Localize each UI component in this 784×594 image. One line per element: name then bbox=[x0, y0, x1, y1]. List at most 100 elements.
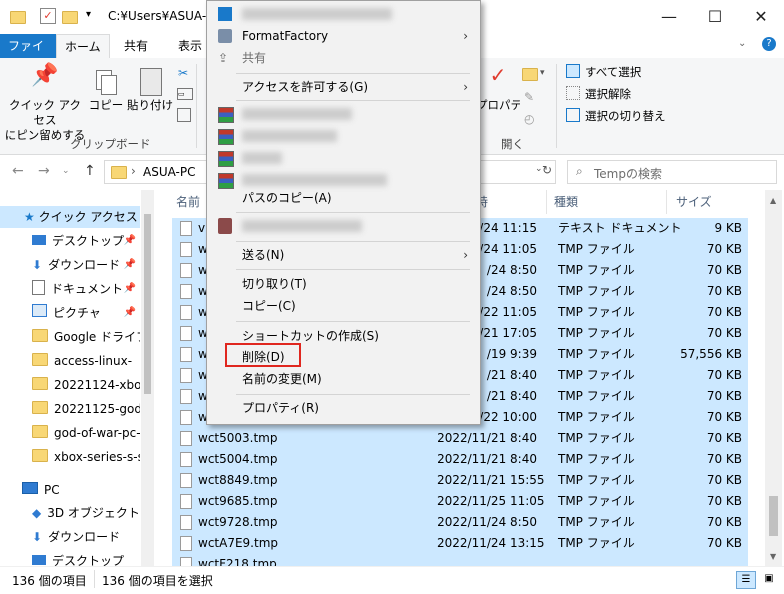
nav-item-god-of-war[interactable]: god-of-war-pc-c bbox=[0, 422, 140, 444]
file-type: TMP ファイル bbox=[558, 452, 635, 466]
file-row[interactable]: wct5003.tmp 2022/11/21 8:40 TMP ファイル 70 KB bbox=[172, 428, 748, 450]
pin-to-quick-access-button[interactable]: 📌 クイック アクセス にピン留めする bbox=[4, 65, 86, 143]
copy-path-icon[interactable]: ▭ bbox=[177, 88, 193, 100]
file-row[interactable]: wct9728.tmp 2022/11/24 8:50 TMP ファイル 70 KB bbox=[172, 512, 748, 534]
copy-button[interactable]: コピー bbox=[88, 68, 124, 113]
nav-pane-scrollbar[interactable] bbox=[141, 190, 154, 566]
menu-item-archive-1[interactable] bbox=[207, 103, 480, 125]
open-icon[interactable] bbox=[522, 68, 538, 81]
nav-pc[interactable]: PC bbox=[0, 479, 140, 501]
search-input[interactable]: ⌕ Tempの検索 bbox=[567, 160, 777, 184]
file-type: TMP ファイル bbox=[558, 368, 635, 382]
file-size: 70 KB bbox=[706, 452, 742, 466]
nav-item-20221124[interactable]: 20221124-xbox-s bbox=[0, 374, 140, 396]
menu-separator bbox=[236, 269, 470, 270]
select-none-label: 選択解除 bbox=[585, 87, 631, 101]
details-view-icon[interactable]: ☰ bbox=[736, 571, 756, 589]
menu-item-send-to[interactable]: 送る(N) › bbox=[207, 244, 480, 266]
paste-button[interactable]: 貼り付け bbox=[126, 66, 174, 113]
tab-home[interactable]: ホーム bbox=[56, 34, 110, 60]
help-icon[interactable]: ? bbox=[762, 37, 776, 51]
file-row[interactable]: wctF218.tmp bbox=[172, 554, 748, 566]
recent-locations-icon[interactable]: ⌄ bbox=[62, 166, 70, 176]
group-separator bbox=[556, 64, 557, 148]
refresh-icon[interactable]: ↻ bbox=[542, 163, 552, 177]
copy-icon bbox=[88, 68, 124, 98]
menu-item-formatfactory[interactable]: FormatFactory › bbox=[207, 25, 480, 47]
properties-ribbon-button[interactable]: ✓ プロパティ bbox=[476, 65, 520, 113]
clipboard-group-label: クリップボード bbox=[70, 137, 151, 151]
select-none-button[interactable]: 選択解除 bbox=[566, 86, 631, 102]
nav-item-access-linux[interactable]: access-linux- bbox=[0, 350, 140, 372]
nav-item-google-drive[interactable]: Google ドライブ bbox=[0, 326, 140, 348]
nav-item-pc-desktop[interactable]: デスクトップ bbox=[0, 550, 140, 566]
breadcrumb-location[interactable]: ASUA-PC bbox=[143, 165, 196, 179]
column-header-size[interactable]: サイズ bbox=[676, 190, 742, 214]
minimize-button[interactable]: — bbox=[646, 0, 692, 34]
maximize-button[interactable]: ☐ bbox=[692, 0, 738, 34]
quick-access-dropdown-icon[interactable]: ▾ bbox=[86, 9, 91, 20]
invert-selection-button[interactable]: 選択の切り替え bbox=[566, 108, 666, 124]
menu-item-share[interactable]: ⇪ 共有 bbox=[207, 47, 480, 69]
file-row[interactable]: wct8849.tmp 2022/11/21 15:55 TMP ファイル 70 KB bbox=[172, 470, 748, 492]
menu-item-redacted-app[interactable] bbox=[207, 215, 480, 237]
menu-item-cut[interactable]: 切り取り(T) bbox=[207, 273, 480, 295]
selection-count: 136 個の項目を選択 bbox=[102, 574, 213, 588]
file-size: 70 KB bbox=[706, 389, 742, 403]
nav-item-downloads[interactable]: ⬇ ダウンロード 📌 bbox=[0, 254, 140, 276]
nav-item-documents[interactable]: ドキュメント 📌 bbox=[0, 278, 140, 300]
nav-item-desktop[interactable]: デスクトップ 📌 bbox=[0, 230, 140, 252]
up-arrow-icon[interactable]: ↑ bbox=[84, 163, 96, 179]
nav-item-pc-downloads[interactable]: ⬇ ダウンロード bbox=[0, 526, 140, 548]
file-row[interactable]: wct9685.tmp 2022/11/25 11:05 TMP ファイル 70 KB bbox=[172, 491, 748, 513]
column-header-type[interactable]: 種類 bbox=[554, 190, 667, 214]
edit-icon[interactable]: ✎ bbox=[524, 90, 534, 104]
menu-item-archive-3[interactable] bbox=[207, 147, 480, 169]
nav-item-3d-objects[interactable]: ◆ 3D オブジェクト bbox=[0, 502, 140, 524]
nav-item-label: ダウンロード bbox=[48, 258, 121, 272]
nav-item-20221125[interactable]: 20221125-god-o bbox=[0, 398, 140, 420]
scroll-down-icon[interactable]: ▼ bbox=[770, 552, 776, 561]
properties-quick-icon[interactable]: ✓ bbox=[40, 8, 56, 24]
nav-quick-access-label: クイック アクセス bbox=[38, 210, 138, 224]
menu-item-copy-path[interactable]: パスのコピー(A) bbox=[207, 187, 480, 209]
menu-item-rename[interactable]: 名前の変更(M) bbox=[207, 368, 480, 390]
nav-quick-access[interactable]: ★ クイック アクセス bbox=[0, 206, 140, 228]
scrollbar-thumb[interactable] bbox=[144, 214, 151, 394]
open-dropdown-icon[interactable]: ▾ bbox=[540, 68, 545, 78]
forward-arrow-icon[interactable]: → bbox=[38, 163, 50, 179]
large-icons-view-icon[interactable]: ▣ bbox=[760, 571, 778, 587]
column-header-date[interactable]: 時 bbox=[472, 190, 547, 214]
copy-label: コピー bbox=[88, 98, 124, 112]
file-type: TMP ファイル bbox=[558, 305, 635, 319]
back-arrow-icon[interactable]: ← bbox=[12, 163, 24, 179]
cut-icon[interactable]: ✂ bbox=[178, 66, 188, 80]
close-button[interactable]: ✕ bbox=[738, 0, 784, 34]
paste-shortcut-icon[interactable] bbox=[177, 108, 191, 122]
redacted-label bbox=[242, 8, 392, 20]
file-list-scrollbar[interactable]: ▲ ▼ bbox=[765, 190, 782, 566]
file-row[interactable]: wct5004.tmp 2022/11/21 8:40 TMP ファイル 70 KB bbox=[172, 449, 748, 471]
menu-item-archive-2[interactable] bbox=[207, 125, 480, 147]
history-icon[interactable]: ◴ bbox=[524, 112, 534, 126]
menu-item-grant-access[interactable]: アクセスを許可する(G) › bbox=[207, 76, 480, 98]
file-row[interactable]: wctA7E9.tmp 2022/11/24 13:15 TMP ファイル 70 KB bbox=[172, 533, 748, 555]
nav-item-pictures[interactable]: ピクチャ 📌 bbox=[0, 302, 140, 324]
file-icon bbox=[180, 305, 192, 320]
select-all-button[interactable]: すべて選択 bbox=[566, 64, 641, 80]
pin-icon: 📌 bbox=[123, 283, 136, 294]
menu-item-redacted-top[interactable] bbox=[207, 3, 480, 25]
menu-item-properties[interactable]: プロパティ(R) bbox=[207, 397, 480, 419]
tab-file[interactable]: ファイル bbox=[0, 34, 56, 77]
nav-item-xbox-series[interactable]: xbox-series-s-ste bbox=[0, 446, 140, 468]
file-size: 70 KB bbox=[706, 326, 742, 340]
collapse-ribbon-icon[interactable]: ⌄ bbox=[738, 38, 746, 49]
menu-item-copy[interactable]: コピー(C) bbox=[207, 295, 480, 317]
scrollbar-thumb[interactable] bbox=[769, 496, 778, 536]
menu-separator bbox=[236, 394, 470, 395]
file-name: wct9685.tmp bbox=[198, 494, 278, 508]
tab-share[interactable]: 共有 bbox=[116, 34, 156, 58]
tab-view[interactable]: 表示 bbox=[170, 34, 210, 58]
scroll-up-icon[interactable]: ▲ bbox=[770, 196, 776, 205]
new-folder-quick-icon[interactable] bbox=[62, 11, 78, 24]
